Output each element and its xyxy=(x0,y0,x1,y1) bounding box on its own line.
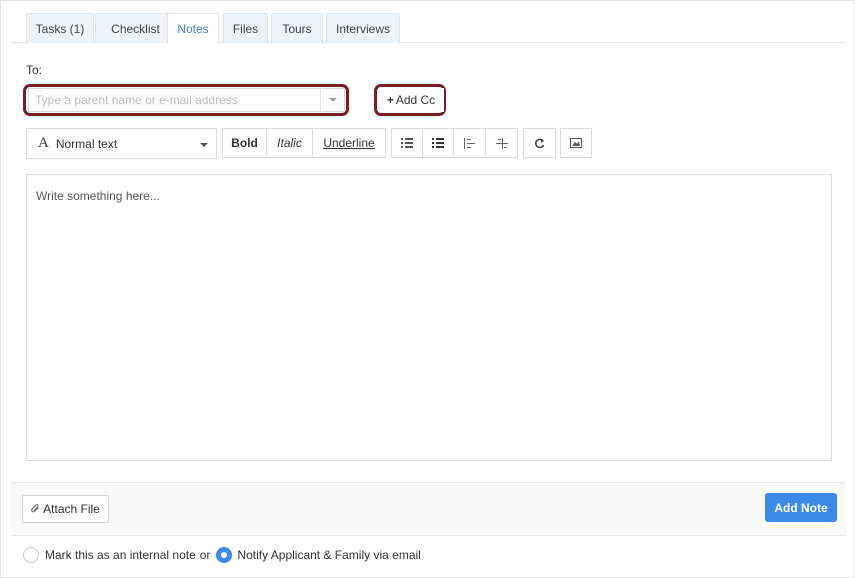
outdent-icon[interactable] xyxy=(453,128,486,158)
internal-note-label: Mark this as an internal note xyxy=(45,548,196,562)
text-format-select[interactable]: A Normal text xyxy=(26,128,217,159)
bold-button[interactable]: Bold xyxy=(222,128,267,158)
editor-placeholder: Write something here... xyxy=(36,189,160,203)
tab-tours[interactable]: Tours xyxy=(271,13,323,43)
attach-file-button[interactable]: Attach File xyxy=(22,495,109,523)
note-editor[interactable]: Write something here... xyxy=(26,174,832,461)
notes-panel: Tasks (1) Checklist Notes Files Tours In… xyxy=(0,0,855,578)
to-label: To: xyxy=(26,63,43,77)
notify-options: Mark this as an internal note or Notify … xyxy=(23,545,421,565)
add-cc-button[interactable]: + Add Cc xyxy=(378,88,444,112)
italic-button[interactable]: Italic xyxy=(266,128,313,158)
or-label: or xyxy=(199,548,211,562)
tab-checklist[interactable]: Checklist xyxy=(95,13,176,43)
recipient-select[interactable]: Type a parent name or e-mail address xyxy=(28,88,345,112)
bullet-list-icon[interactable] xyxy=(391,128,423,158)
image-icon[interactable] xyxy=(560,128,592,158)
link-icon[interactable] xyxy=(523,128,556,158)
tab-interviews[interactable]: Interviews xyxy=(326,13,400,43)
tab-notes[interactable]: Notes xyxy=(167,13,219,44)
underline-button[interactable]: Underline xyxy=(312,128,386,158)
internal-note-radio[interactable] xyxy=(23,547,39,563)
indent-icon[interactable] xyxy=(485,128,518,158)
numbered-list-icon[interactable] xyxy=(422,128,454,158)
font-icon: A xyxy=(38,135,49,151)
notify-family-radio[interactable] xyxy=(216,547,233,563)
notify-family-label: Notify Applicant & Family via email xyxy=(237,548,421,562)
chevron-down-icon xyxy=(200,143,208,147)
add-cc-label: Add Cc xyxy=(395,93,436,107)
footer-bar xyxy=(11,482,846,536)
add-note-button[interactable]: Add Note xyxy=(765,493,837,522)
tab-files[interactable]: Files xyxy=(223,13,268,43)
tab-tasks[interactable]: Tasks (1) xyxy=(26,13,94,43)
chevron-down-icon[interactable] xyxy=(320,89,344,111)
text-format-value: Normal text xyxy=(55,136,118,151)
tab-bar: Tasks (1) Checklist Notes Files Tours In… xyxy=(11,11,846,44)
plus-icon: + xyxy=(386,93,394,107)
attach-file-label: Attach File xyxy=(43,502,100,516)
recipient-placeholder: Type a parent name or e-mail address xyxy=(35,93,238,107)
paperclip-icon xyxy=(31,502,40,516)
